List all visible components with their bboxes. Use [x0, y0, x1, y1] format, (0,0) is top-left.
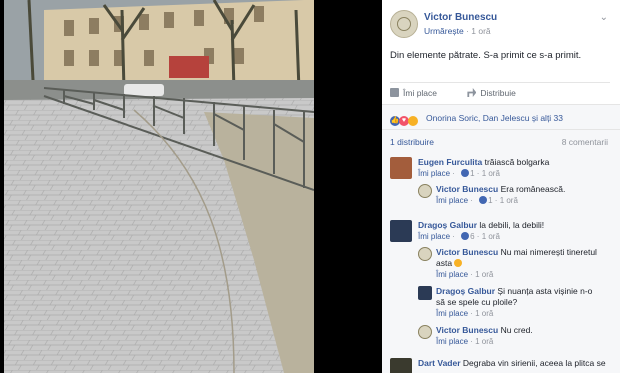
commenter-avatar[interactable]	[390, 157, 412, 179]
comment-reply: Dragoș Galbur Și nuanța asta vișinie n-o…	[418, 286, 614, 319]
like-count-icon	[479, 196, 488, 204]
comment-text-cont: asta	[436, 258, 453, 268]
comment-author[interactable]: Dragoș Galbur	[418, 220, 477, 230]
reactions-bar: 👍 ♥ Onorina Soric, Dan Jelescu și alți 33	[382, 104, 620, 130]
comment: Eugen Furculita trăiască bolgarka Îmi pl…	[390, 157, 616, 179]
divider	[390, 82, 610, 83]
comment-meta: Îmi place · 1 oră	[436, 270, 494, 279]
comment-like-link[interactable]: Îmi place	[436, 196, 468, 205]
thumbs-up-icon	[390, 88, 399, 97]
like-count-icon	[461, 232, 470, 240]
like-button[interactable]: Îmi place	[390, 88, 451, 98]
comment-meta: Îmi place · 6 · 1 oră	[418, 232, 500, 241]
author-avatar[interactable]	[390, 10, 418, 38]
commenter-avatar[interactable]	[418, 286, 432, 300]
comment-text: Și nuanța asta vișinie n-o	[497, 286, 593, 296]
comment-reply: Victor Bunescu Nu mai nimerești tineretu…	[418, 247, 614, 280]
comment: Dragoș Galbur la debili, la debili! Îmi …	[390, 220, 616, 242]
post-text: Din elemente pătrate. S-a primit ce s-a …	[390, 50, 582, 61]
comment-text: Era românească.	[500, 184, 566, 194]
comment-meta: Îmi place · 1 oră	[436, 337, 494, 346]
photo-viewer	[0, 0, 382, 373]
smile-emoji-icon	[454, 259, 463, 267]
post-header: Victor Bunescu Urmărește · 1 oră ⌄	[390, 10, 620, 40]
comment-meta: Îmi place · 1 oră	[436, 309, 494, 318]
comment-author[interactable]: Victor Bunescu	[436, 325, 498, 335]
street-photo-image	[4, 0, 314, 373]
comment-reply: Victor Bunescu Nu cred. Îmi place · 1 or…	[418, 325, 614, 347]
comment-like-link[interactable]: Îmi place	[436, 337, 468, 346]
post-meta: Urmărește · 1 oră	[424, 26, 491, 36]
haha-reaction-icon	[408, 115, 418, 126]
comment-text-cont: să se spele cu ploile?	[436, 297, 518, 307]
commenter-avatar[interactable]	[418, 325, 432, 339]
share-icon	[467, 88, 477, 97]
comment-text: trăiască bolgarka	[484, 157, 550, 167]
post-actions: Îmi place Distribuie	[390, 88, 544, 98]
follow-link[interactable]: Urmărește	[424, 26, 464, 36]
comment-like-link[interactable]: Îmi place	[418, 169, 450, 178]
post-photo[interactable]	[4, 0, 314, 373]
post-side-panel: Victor Bunescu Urmărește · 1 oră ⌄ Din e…	[382, 0, 620, 373]
commenter-avatar[interactable]	[418, 247, 432, 261]
commenter-avatar[interactable]	[390, 220, 412, 242]
comments-list: Eugen Furculita trăiască bolgarka Îmi pl…	[382, 151, 620, 373]
comment-like-link[interactable]: Îmi place	[436, 270, 468, 279]
comment-like-link[interactable]: Îmi place	[418, 232, 450, 241]
author-name[interactable]: Victor Bunescu	[424, 12, 497, 23]
commenter-avatar[interactable]	[418, 184, 432, 198]
chevron-down-icon[interactable]: ⌄	[600, 12, 608, 23]
comments-count[interactable]: 8 comentarii	[562, 137, 608, 147]
post-time[interactable]: 1 oră	[471, 26, 490, 36]
commenter-avatar[interactable]	[390, 358, 412, 373]
comment-text: Nu mai nimerești tineretul	[500, 247, 597, 257]
comment: Dart Vader Degraba vin sirienii, aceea l…	[390, 358, 616, 373]
comment-author[interactable]: Dragoș Galbur	[436, 286, 495, 296]
comment-meta: Îmi place · 1 · 1 oră	[418, 169, 500, 178]
comment-author[interactable]: Victor Bunescu	[436, 247, 498, 257]
comment-author[interactable]: Eugen Furculita	[418, 157, 482, 167]
counts-bar: 1 distribuire 8 comentarii	[382, 129, 620, 152]
comment-author[interactable]: Victor Bunescu	[436, 184, 498, 194]
comment-author[interactable]: Dart Vader	[418, 358, 461, 368]
like-count-icon	[461, 169, 470, 177]
comment-text: la debili, la debili!	[479, 220, 545, 230]
reaction-icons[interactable]: 👍 ♥	[390, 112, 418, 130]
comment-reply: Victor Bunescu Era românească. Îmi place…	[418, 184, 614, 206]
reactions-summary[interactable]: Onorina Soric, Dan Jelescu și alți 33	[426, 113, 563, 123]
comment-text: Degraba vin sirienii, aceea la plitca se	[462, 358, 606, 368]
comment-text: Nu cred.	[500, 325, 533, 335]
comment-meta: Îmi place · 1 · 1 oră	[436, 196, 518, 205]
shares-count[interactable]: 1 distribuire	[390, 137, 434, 147]
share-button[interactable]: Distribuie	[467, 88, 529, 98]
comment-like-link[interactable]: Îmi place	[436, 309, 468, 318]
